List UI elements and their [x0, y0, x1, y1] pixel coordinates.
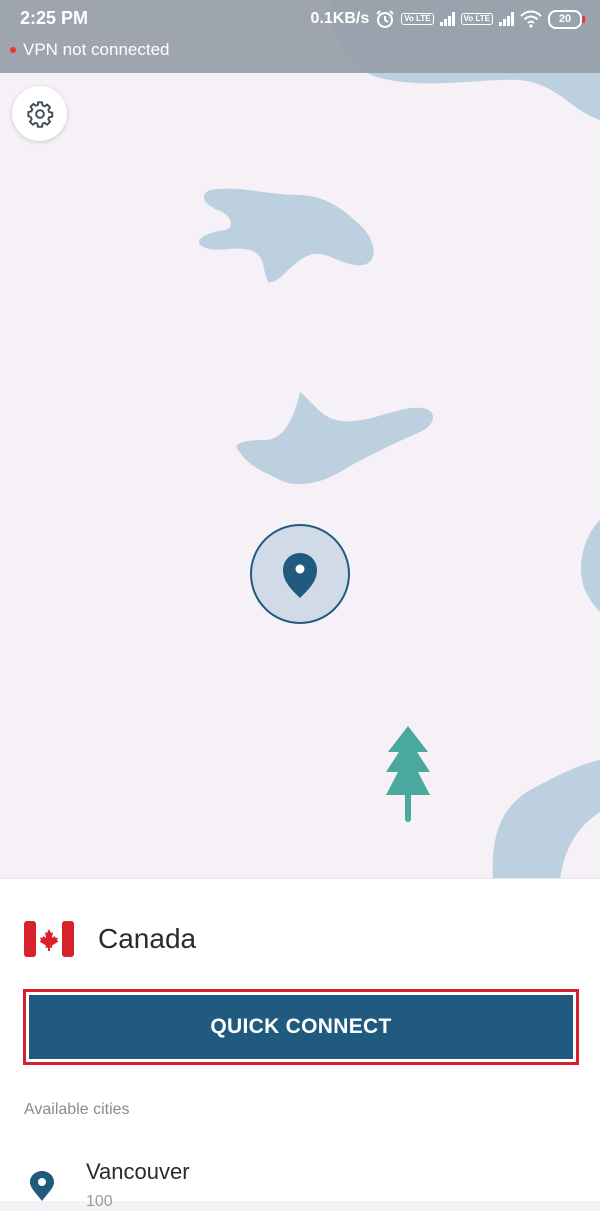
- country-panel: Canada QUICK CONNECT Available cities Va…: [0, 878, 600, 1210]
- battery-icon: 20: [548, 9, 585, 29]
- country-name: Canada: [98, 923, 197, 954]
- alarm-icon: [376, 10, 394, 28]
- available-cities-label: Available cities: [24, 1101, 130, 1118]
- city-location-pin-icon: [30, 1171, 54, 1201]
- vpn-status-text: VPN not connected: [23, 40, 170, 59]
- city-name: Vancouver: [86, 1159, 190, 1184]
- volte-icon: Vo LTE: [401, 13, 434, 25]
- status-icons: 0.1KB/s Vo LTE Vo LTE 20: [310, 8, 585, 30]
- volte-icon-2: Vo LTE: [460, 13, 493, 25]
- location-pin-icon[interactable]: [250, 524, 350, 624]
- city-subtitle: 100: [86, 1193, 113, 1210]
- canada-flag-icon: [24, 921, 74, 957]
- status-bar: 2:25 PM VPN not connected 0.1KB/s Vo LTE…: [0, 0, 600, 73]
- vpn-status-dot: [10, 47, 16, 53]
- city-item-vancouver[interactable]: Vancouver 100: [0, 1149, 600, 1210]
- signal-icon: [439, 12, 455, 26]
- map-view[interactable]: [0, 0, 600, 880]
- signal-icon-2: [499, 12, 514, 26]
- settings-gear-icon: [26, 100, 53, 128]
- wifi-icon: [520, 10, 542, 28]
- vpn-status: VPN not connected: [10, 40, 169, 60]
- network-speed: 0.1KB/s: [310, 10, 370, 27]
- country-row: Canada: [24, 921, 196, 957]
- settings-button[interactable]: [12, 86, 67, 141]
- quick-connect-label: QUICK CONNECT: [29, 995, 573, 1059]
- status-time: 2:25 PM: [20, 8, 89, 28]
- quick-connect-button[interactable]: QUICK CONNECT: [23, 989, 579, 1065]
